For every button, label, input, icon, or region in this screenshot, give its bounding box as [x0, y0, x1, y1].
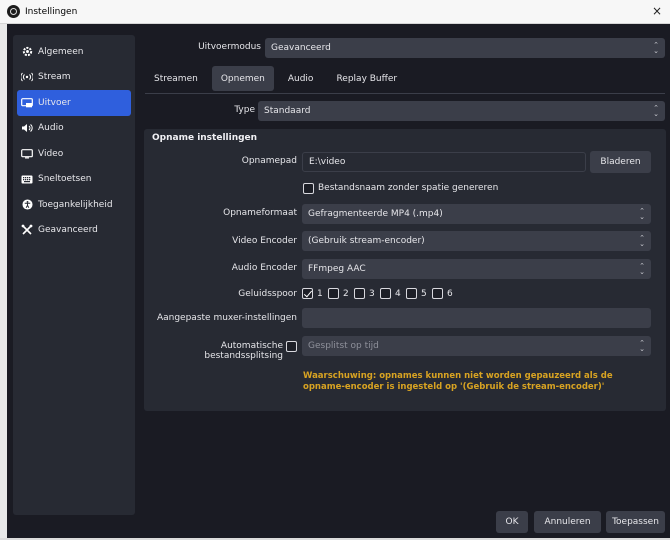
gear-icon [21, 46, 33, 58]
accessibility-icon [21, 199, 33, 211]
type-label: Type [234, 105, 255, 115]
track-4-checkbox[interactable] [380, 288, 391, 299]
tab-replay-buffer[interactable]: Replay Buffer [327, 66, 406, 91]
chevron-updown-icon: ⌃ ⌄ [639, 207, 645, 221]
track-4-label: 4 [395, 289, 401, 299]
track-1-label: 1 [317, 289, 323, 299]
track-2-checkbox[interactable] [328, 288, 339, 299]
sidebar-item-label: Algemeen [38, 46, 84, 57]
type-select[interactable]: Standaard ⌃ ⌄ [258, 101, 665, 121]
auto-split-checkbox[interactable] [286, 341, 297, 352]
recording-format-label: Opnameformaat [223, 208, 297, 218]
recording-path-value: E:\video [309, 157, 346, 167]
monitor-icon [21, 148, 33, 160]
tab-opnemen[interactable]: Opnemen [211, 66, 274, 91]
chevron-updown-icon: ⌃ ⌄ [639, 234, 645, 248]
sidebar-item-label: Sneltoetsen [38, 174, 92, 185]
track-5-checkbox[interactable] [406, 288, 417, 299]
sidebar-item-uitvoer[interactable]: Uitvoer [17, 90, 131, 116]
close-icon[interactable]: × [652, 4, 662, 18]
track-6-checkbox[interactable] [432, 288, 443, 299]
keyboard-icon [21, 173, 33, 185]
track-3-label: 3 [369, 289, 375, 299]
sidebar-item-algemeen[interactable]: Algemeen [13, 39, 135, 65]
recording-format-value: Gefragmenteerde MP4 (.mp4) [308, 209, 443, 219]
tab-divider [145, 93, 665, 94]
chevron-updown-icon: ⌃ ⌄ [639, 262, 645, 276]
auto-split-value: Gesplitst op tijd [308, 341, 379, 351]
output-mode-value: Geavanceerd [271, 43, 331, 53]
window-title: Instellingen [25, 6, 78, 17]
obs-logo-icon [7, 5, 20, 18]
audio-encoder-value: FFmpeg AAC [308, 264, 366, 274]
type-value: Standaard [264, 106, 311, 116]
chevron-updown-icon: ⌃ ⌄ [639, 339, 645, 353]
recording-path-input[interactable]: E:\video [302, 152, 586, 172]
audio-encoder-label: Audio Encoder [231, 263, 297, 273]
broadcast-icon [21, 71, 33, 83]
output-tabs: Streamen Opnemen Audio Replay Buffer [145, 66, 411, 91]
audio-encoder-select[interactable]: FFmpeg AAC ⌃ ⌄ [302, 259, 651, 279]
output-mode-select[interactable]: Geavanceerd ⌃ ⌄ [265, 38, 665, 58]
sidebar: Algemeen Stream Uitvoer Audio Video Snel… [13, 35, 135, 515]
sidebar-item-label: Uitvoer [38, 97, 71, 108]
section-title: Opname instellingen [152, 133, 258, 143]
audio-tracks-label: Geluidsspoor [238, 289, 297, 299]
chevron-updown-icon: ⌃ ⌄ [653, 104, 659, 118]
no-space-filename-checkbox[interactable] [303, 183, 314, 194]
pause-warning: Waarschuwing: opnames kunnen niet worden… [303, 371, 613, 392]
cancel-button[interactable]: Annuleren [534, 511, 601, 533]
sidebar-item-video[interactable]: Video [13, 141, 135, 167]
track-5-label: 5 [421, 289, 427, 299]
sidebar-item-label: Toegankelijkheid [38, 199, 113, 210]
muxer-settings-input[interactable] [302, 308, 651, 328]
video-encoder-select[interactable]: (Gebruik stream-encoder) ⌃ ⌄ [302, 231, 651, 251]
track-1-checkbox[interactable] [302, 288, 313, 299]
sidebar-item-stream[interactable]: Stream [13, 65, 135, 91]
sidebar-item-sneltoetsen[interactable]: Sneltoetsen [13, 167, 135, 193]
speaker-icon [21, 122, 33, 134]
sidebar-item-label: Video [38, 148, 64, 159]
recording-format-select[interactable]: Gefragmenteerde MP4 (.mp4) ⌃ ⌄ [302, 204, 651, 224]
title-bar: Instellingen × [0, 0, 670, 24]
video-encoder-value: (Gebruik stream-encoder) [308, 236, 425, 246]
sidebar-item-label: Stream [38, 72, 71, 83]
recording-path-label: Opnamepad [241, 156, 297, 166]
sidebar-item-audio[interactable]: Audio [13, 116, 135, 142]
output-mode-label: Uitvoermodus [198, 42, 261, 52]
track-6-label: 6 [447, 289, 453, 299]
sidebar-item-label: Geavanceerd [38, 225, 98, 236]
auto-split-select[interactable]: Gesplitst op tijd ⌃ ⌄ [302, 336, 651, 356]
sidebar-item-geavanceerd[interactable]: Geavanceerd [13, 218, 135, 244]
settings-window: Instellingen × Algemeen Stream Uitvoer A… [0, 0, 670, 540]
auto-split-label: Automatische bestandssplitsing [204, 341, 283, 361]
apply-button[interactable]: Toepassen [606, 511, 665, 533]
ok-button[interactable]: OK [496, 511, 528, 533]
browse-button[interactable]: Bladeren [590, 151, 651, 173]
window-edge [0, 24, 7, 540]
video-encoder-label: Video Encoder [232, 236, 297, 246]
sidebar-item-toegankelijkheid[interactable]: Toegankelijkheid [13, 192, 135, 218]
sidebar-item-label: Audio [38, 123, 64, 134]
tab-streamen[interactable]: Streamen [145, 66, 207, 91]
tools-icon [21, 224, 33, 236]
chevron-updown-icon: ⌃ ⌄ [653, 41, 659, 55]
track-3-checkbox[interactable] [354, 288, 365, 299]
track-2-label: 2 [343, 289, 349, 299]
no-space-filename-label: Bestandsnaam zonder spatie genereren [318, 183, 499, 193]
tab-audio[interactable]: Audio [279, 66, 323, 91]
muxer-settings-label: Aangepaste muxer-instellingen [156, 313, 297, 323]
output-icon [21, 97, 33, 109]
